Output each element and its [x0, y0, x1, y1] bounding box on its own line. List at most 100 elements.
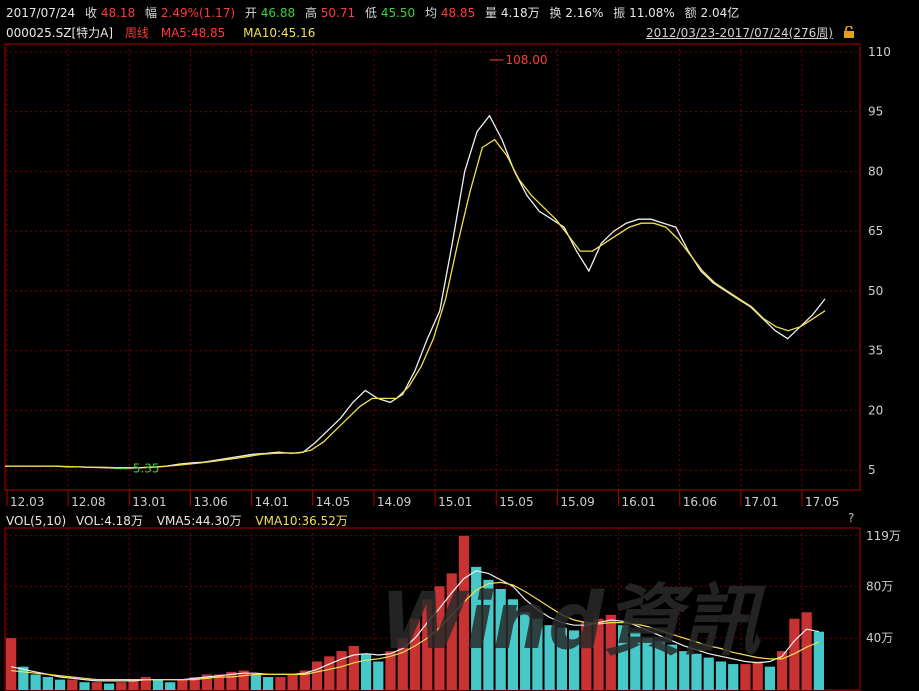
- volume-bar: [642, 638, 653, 690]
- volume-bar: [801, 612, 812, 690]
- volume-bar: [556, 627, 567, 690]
- volume-bar: [91, 682, 102, 690]
- volume-bar: [458, 535, 470, 690]
- watermark: Wind資訊: [380, 577, 766, 667]
- main-xtick-label: 15.05: [499, 495, 533, 509]
- period-label[interactable]: 周线: [125, 24, 149, 41]
- quote-summary-bar: 2017/07/24 收 48.18 幅 2.49%(1.17) 开 46.88…: [0, 4, 919, 22]
- volume-bar: [116, 682, 127, 690]
- series-ma10-line: [5, 138, 826, 469]
- main-ytick-label: 5: [868, 463, 876, 477]
- volume-bar: [336, 651, 347, 690]
- volume-bar: [54, 679, 66, 690]
- main-xtick-label: 14.05: [316, 495, 350, 509]
- help-icon[interactable]: ?: [848, 511, 854, 525]
- vol-legend-vma5: VMA5:44.30万: [156, 514, 242, 528]
- vol-legend-vol: VOL:4.18万: [76, 514, 143, 528]
- stock-name: [特力A]: [71, 26, 114, 40]
- volume-bar: [544, 625, 555, 690]
- volume-bar: [189, 677, 200, 690]
- date-range-selector[interactable]: 2012/03/23-2017/07/24(276周): [646, 24, 833, 41]
- lock-icon[interactable]: [842, 26, 856, 38]
- stock-code: 000025.SZ: [6, 26, 72, 40]
- ma10-legend: MA10:45.16: [243, 26, 316, 40]
- volume-bar: [507, 599, 519, 690]
- main-ytick-label: 35: [868, 344, 883, 358]
- volume-bar: [177, 679, 188, 690]
- quote-turnover: 换 2.16%: [549, 6, 604, 20]
- volume-bar: [520, 612, 531, 690]
- volume-bar: [67, 679, 78, 690]
- volume-bar: [299, 670, 310, 690]
- volume-bar: [422, 599, 433, 690]
- volume-bar: [532, 618, 543, 690]
- volume-bar: [79, 682, 90, 690]
- main-xtick-label: 15.09: [560, 495, 594, 509]
- quote-avg: 均 48.85: [425, 6, 476, 20]
- volume-bar: [764, 666, 776, 690]
- volume-bar: [311, 661, 323, 690]
- main-xtick-label: 14.09: [377, 495, 411, 509]
- main-xtick-label: 12.08: [71, 495, 105, 509]
- main-xtick-label: 16.06: [683, 495, 717, 509]
- main-xtick-label: 17.05: [805, 495, 839, 509]
- annotation-max-label: 108.00: [506, 53, 548, 67]
- volume-bar: [630, 631, 641, 690]
- main-ytick-label: 65: [868, 224, 883, 238]
- volume-bar: [165, 682, 176, 690]
- volume-legend-bar: VOL(5,10) VOL:4.18万 VMA5:44.30万 VMA10:36…: [0, 512, 919, 528]
- volume-ytick-label: 80万: [866, 579, 893, 593]
- volume-bar: [617, 625, 629, 690]
- volume-bar: [42, 677, 53, 690]
- quote-amplitude: 振 11.08%: [613, 6, 675, 20]
- volume-bar: [287, 674, 298, 690]
- quote-open: 开 46.88: [244, 6, 296, 20]
- volume-bar: [409, 618, 421, 690]
- volume-bar: [140, 677, 151, 690]
- quote-high: 高 50.71: [304, 6, 356, 20]
- main-xtick-label: 15.01: [438, 495, 472, 509]
- volume-bar: [471, 566, 482, 690]
- annotation-min-label: 5.35: [133, 462, 160, 476]
- volume-bar: [813, 631, 824, 690]
- volume-bar: [434, 586, 445, 690]
- volume-bar: [103, 683, 115, 690]
- volume-bar: [226, 671, 237, 690]
- volume-bar: [666, 644, 678, 690]
- main-ytick-label: 50: [868, 284, 883, 298]
- volume-bar: [152, 679, 164, 690]
- volume-bar: [777, 651, 788, 690]
- main-xtick-label: 17.01: [744, 495, 778, 509]
- volume-bar: [728, 664, 739, 690]
- volume-plot-frame: [4, 527, 861, 691]
- ma5-legend: MA5:48.85: [160, 26, 226, 40]
- volume-bar: [373, 661, 384, 690]
- main-ytick-label: 95: [868, 105, 883, 119]
- volume-bar: [348, 645, 359, 690]
- volume-bar: [581, 622, 592, 690]
- volume-bar: [6, 638, 17, 690]
- volume-bar: [275, 677, 286, 690]
- main-ytick-label: 110: [868, 45, 891, 59]
- main-xtick-label: 13.06: [193, 495, 227, 509]
- volume-bar: [446, 573, 457, 690]
- volume-vma5-line: [10, 570, 820, 682]
- volume-bar: [605, 614, 616, 690]
- main-plot-frame: [4, 43, 861, 491]
- volume-bar: [30, 674, 41, 690]
- main-ytick-label: 80: [868, 164, 883, 178]
- volume-bar: [483, 579, 494, 690]
- vol-legend-vma10: VMA10:36.52万: [255, 514, 348, 528]
- volume-bar: [324, 656, 335, 690]
- volume-ytick-label: 40万: [866, 631, 893, 645]
- price-chart[interactable]: 110 95 80 65 50 35 20 5 12.03 12.08 13.01 13.06 14.…: [0, 0, 919, 691]
- series-ma5-line: [5, 114, 826, 469]
- volume-bar: [250, 674, 262, 690]
- volume-bar: [385, 651, 396, 690]
- quote-close: 收 48.18: [85, 6, 136, 20]
- volume-bar: [593, 618, 604, 690]
- quote-date: 2017/07/24: [6, 6, 76, 20]
- volume-bar: [654, 640, 665, 690]
- volume-bar: [752, 661, 763, 690]
- volume-bar: [201, 674, 213, 690]
